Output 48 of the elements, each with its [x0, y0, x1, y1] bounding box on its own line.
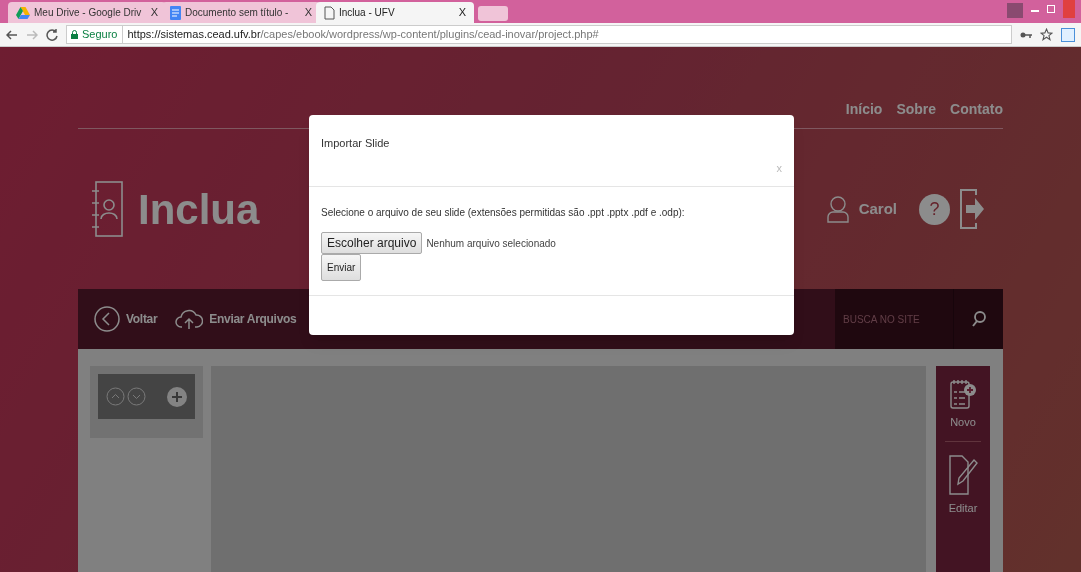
- up-icon[interactable]: [106, 387, 125, 406]
- search-field[interactable]: BUSCA NO SITE: [835, 289, 953, 349]
- restore-icon[interactable]: [1047, 5, 1055, 13]
- back-icon: [94, 306, 120, 332]
- star-icon[interactable]: [1040, 28, 1053, 41]
- toolbar-button[interactable]: Enviar Arquivos: [175, 307, 297, 331]
- user-icon: [826, 195, 849, 223]
- tab-close[interactable]: X: [304, 4, 312, 21]
- brand-title: Inclua: [138, 184, 260, 235]
- down-icon[interactable]: [127, 387, 146, 406]
- side-tool-button[interactable]: Novo: [949, 378, 977, 431]
- search-icon: [971, 311, 986, 327]
- reload-icon[interactable]: [46, 28, 58, 41]
- choose-file-button[interactable]: Escolher arquivo: [321, 232, 423, 254]
- address-bar[interactable]: Seguro https://sistemas.cead.ufv.br/capes/ebook/wordpress/wp-content/plugins/cead-inovar/project.php#: [66, 25, 1012, 44]
- tab-title: Inclua - UFV: [339, 6, 396, 20]
- add-icon[interactable]: [167, 386, 187, 407]
- side-tool-button[interactable]: Editar: [948, 451, 978, 516]
- tab-title: Documento sem título -: [185, 6, 290, 20]
- dialog-title: Importar Slide: [321, 136, 390, 151]
- nav-link[interactable]: Sobre: [896, 99, 937, 120]
- help-button[interactable]: ?: [919, 193, 950, 225]
- toolbar-button[interactable]: Voltar: [94, 306, 158, 332]
- browser-tab[interactable]: Inclua - UFV X: [316, 2, 474, 23]
- key-icon[interactable]: [1020, 30, 1032, 39]
- address-book-icon: [92, 181, 124, 237]
- user-name[interactable]: Carol: [858, 197, 897, 221]
- tab-title: Meu Drive - Google Driv: [34, 6, 143, 20]
- drive-icon: [16, 6, 30, 19]
- secure-label: Seguro: [82, 26, 124, 43]
- logout-icon[interactable]: [960, 189, 985, 229]
- nav-link[interactable]: Início: [845, 99, 883, 120]
- submit-button[interactable]: Enviar: [321, 254, 362, 281]
- forward-arrow-icon[interactable]: [26, 29, 38, 40]
- url-text: https://sistemas.cead.ufv.br/capes/ebook/wordpress/wp-content/plugins/cead-inovar/project.php#: [127, 27, 599, 43]
- lock-icon: [71, 30, 78, 39]
- dialog-instructions: Selecione o arquivo de seu slide (extensões permitidas são .ppt .pptx .pdf e .odp):: [321, 206, 685, 220]
- tab-close[interactable]: X: [150, 4, 158, 21]
- page-icon: [324, 5, 335, 20]
- cloud-upload-icon: [175, 307, 204, 331]
- tab-close[interactable]: X: [458, 4, 466, 21]
- nav-link[interactable]: Contato: [950, 99, 1003, 120]
- search-button[interactable]: [953, 289, 1003, 349]
- back-arrow-icon[interactable]: [6, 29, 18, 40]
- document-icon: [170, 5, 181, 20]
- extension-icon[interactable]: [1061, 27, 1075, 42]
- file-status: Nenhum arquivo selecionado: [426, 236, 556, 251]
- checklist-add-icon: [949, 378, 977, 410]
